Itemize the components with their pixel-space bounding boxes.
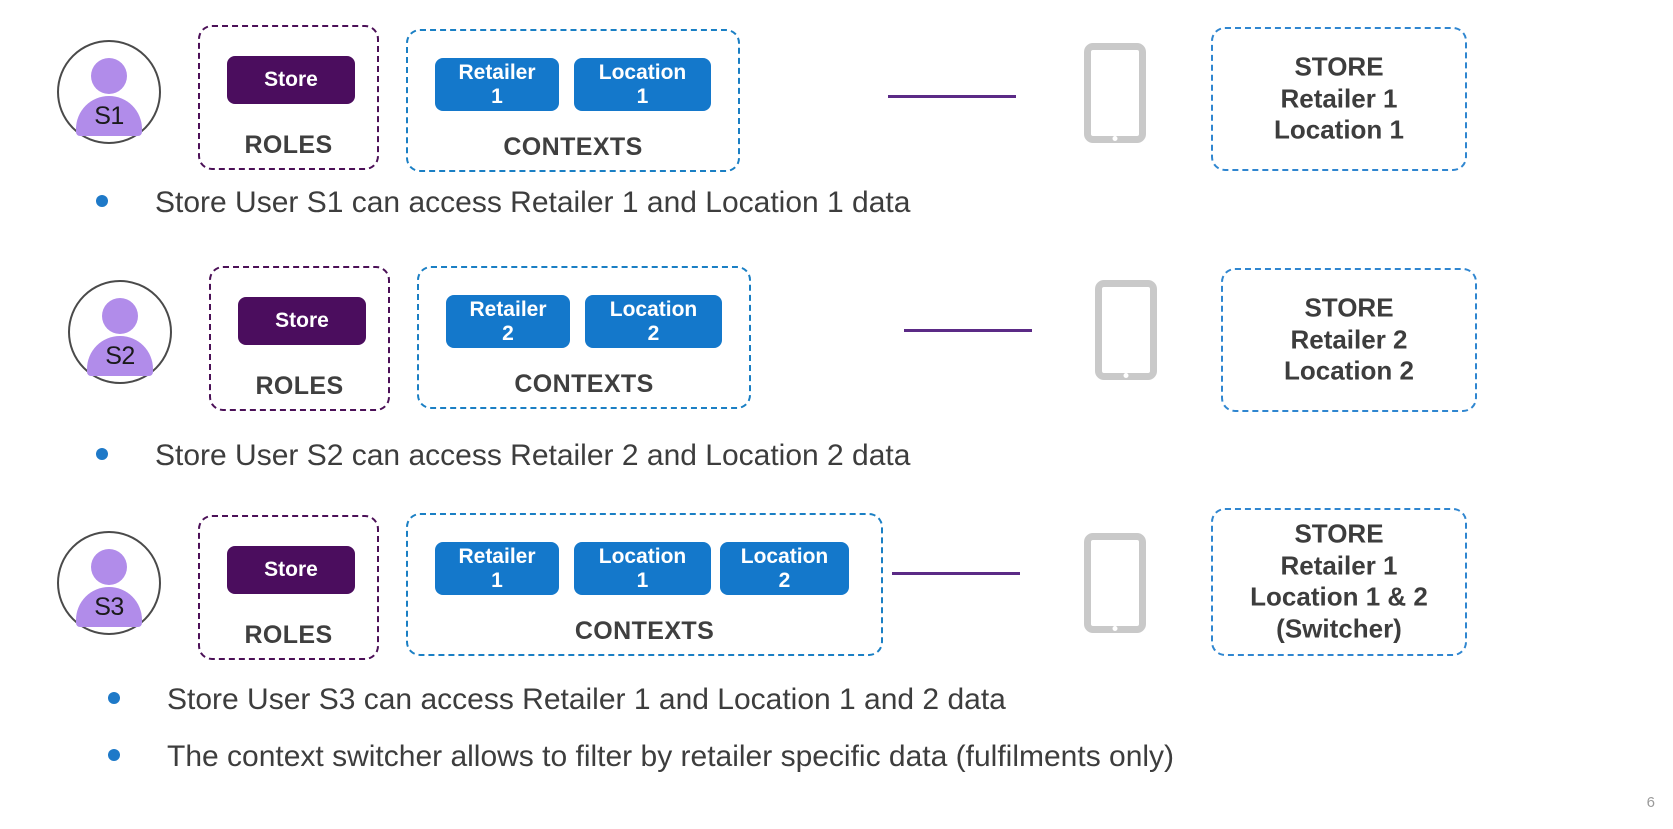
- bullet-dot-icon: [96, 448, 108, 460]
- connector-line: [904, 329, 1032, 332]
- context-chip[interactable]: Location 1: [574, 58, 711, 111]
- context-chip[interactable]: Location 2: [585, 295, 722, 348]
- store-target-box: STORE Retailer 1 Location 1: [1211, 27, 1467, 171]
- role-chip-store[interactable]: Store: [238, 297, 366, 345]
- roles-caption: ROLES: [244, 621, 333, 649]
- context-chip-line2: 2: [778, 568, 791, 592]
- roles-group: Store ROLES: [209, 266, 390, 411]
- tablet-home-button: [1123, 373, 1129, 378]
- store-target-text: STORE Retailer 1 Location 1 & 2 (Switche…: [1213, 519, 1465, 646]
- person-head: [91, 58, 127, 94]
- context-chip-line2: 1: [491, 84, 503, 108]
- access-row-s3: S3 Store ROLES Retailer 1 Location 1 Loc…: [0, 505, 1673, 660]
- avatar-label: S1: [94, 102, 124, 130]
- bullet-dot-icon: [108, 749, 120, 761]
- role-chip-store[interactable]: Store: [227, 546, 355, 594]
- avatar-label: S3: [94, 593, 124, 621]
- tablet-home-button: [1112, 136, 1118, 141]
- role-chip-label: Store: [264, 557, 318, 581]
- store-target-box: STORE Retailer 1 Location 1 & 2 (Switche…: [1211, 508, 1467, 656]
- store-title: STORE: [1294, 518, 1384, 549]
- roles-caption: ROLES: [255, 372, 344, 400]
- context-chip-line1: Retailer: [458, 60, 536, 84]
- context-chip-line2: 1: [491, 568, 503, 592]
- store-title: STORE: [1304, 292, 1394, 323]
- bullet-item: The context switcher allows to filter by…: [108, 740, 1174, 774]
- contexts-caption: CONTEXTS: [574, 617, 715, 645]
- tablet-icon: [1084, 533, 1146, 633]
- contexts-group: Retailer 1 Location 1 CONTEXTS: [406, 29, 740, 172]
- connector-line: [892, 572, 1020, 575]
- roles-caption: ROLES: [244, 131, 333, 159]
- context-chip[interactable]: Location 1: [574, 542, 711, 595]
- store-line3: Location 1: [1273, 114, 1404, 145]
- store-line2: Retailer 2: [1290, 324, 1408, 355]
- connector-line: [888, 95, 1016, 98]
- store-target-box: STORE Retailer 2 Location 2: [1221, 268, 1477, 412]
- tablet-icon: [1095, 280, 1157, 380]
- context-chip[interactable]: Retailer 2: [446, 295, 570, 348]
- context-chip-line2: 1: [636, 84, 649, 108]
- store-title: STORE: [1294, 51, 1384, 82]
- store-target-text: STORE Retailer 1 Location 1: [1213, 51, 1465, 146]
- context-chip[interactable]: Retailer 1: [435, 58, 559, 111]
- role-chip-label: Store: [264, 67, 318, 91]
- roles-group: Store ROLES: [198, 515, 379, 660]
- bullet-text: The context switcher allows to filter by…: [167, 740, 1175, 773]
- context-chip-line1: Location: [740, 544, 829, 568]
- store-line2: Retailer 1: [1280, 83, 1398, 114]
- context-chip-line2: 2: [502, 321, 514, 345]
- store-line2: Retailer 1: [1280, 550, 1398, 581]
- person-head: [102, 298, 138, 334]
- bullet-text: Store User S3 can access Retailer 1 and …: [167, 683, 1006, 716]
- role-chip-label: Store: [275, 308, 329, 332]
- page-number: 6: [1646, 794, 1655, 811]
- access-row-s1: S1 Store ROLES Retailer 1 Location 1 CON…: [0, 15, 1673, 172]
- roles-group: Store ROLES: [198, 25, 379, 170]
- context-chip-line1: Location: [598, 60, 687, 84]
- bullet-item: Store User S1 can access Retailer 1 and …: [96, 186, 910, 220]
- store-target-text: STORE Retailer 2 Location 2: [1223, 292, 1475, 387]
- avatar: S2: [68, 280, 172, 384]
- context-chip-line1: Retailer: [458, 544, 536, 568]
- avatar: S1: [57, 40, 161, 144]
- role-chip-store[interactable]: Store: [227, 56, 355, 104]
- context-chip[interactable]: Location 2: [720, 542, 849, 595]
- store-line3: Location 1 & 2: [1250, 582, 1428, 612]
- tablet-home-button: [1112, 626, 1118, 631]
- contexts-caption: CONTEXTS: [503, 133, 643, 161]
- context-chip-line2: 2: [647, 321, 660, 345]
- bullet-dot-icon: [96, 195, 108, 207]
- context-chip-line1: Location: [609, 297, 698, 321]
- context-chip[interactable]: Retailer 1: [435, 542, 559, 595]
- store-line4: (Switcher): [1276, 613, 1402, 644]
- context-chip-line1: Location: [598, 544, 687, 568]
- bullet-item: Store User S2 can access Retailer 2 and …: [96, 439, 910, 473]
- tablet-icon: [1084, 43, 1146, 143]
- access-row-s2: S2 Store ROLES Retailer 2 Location 2 CON…: [0, 258, 1673, 412]
- bullet-text: Store User S1 can access Retailer 1 and …: [155, 186, 911, 219]
- context-chip-line2: 1: [636, 568, 649, 592]
- avatar: S3: [57, 531, 161, 635]
- bullet-item: Store User S3 can access Retailer 1 and …: [108, 683, 1006, 717]
- store-line3: Location 2: [1283, 355, 1414, 386]
- contexts-group: Retailer 1 Location 1 Location 2 CONTEXT…: [406, 513, 883, 656]
- contexts-group: Retailer 2 Location 2 CONTEXTS: [417, 266, 751, 409]
- bullet-dot-icon: [108, 692, 120, 704]
- avatar-label: S2: [105, 342, 135, 370]
- bullet-text: Store User S2 can access Retailer 2 and …: [155, 439, 911, 472]
- context-chip-line1: Retailer: [469, 297, 547, 321]
- contexts-caption: CONTEXTS: [514, 370, 654, 398]
- person-head: [91, 549, 127, 585]
